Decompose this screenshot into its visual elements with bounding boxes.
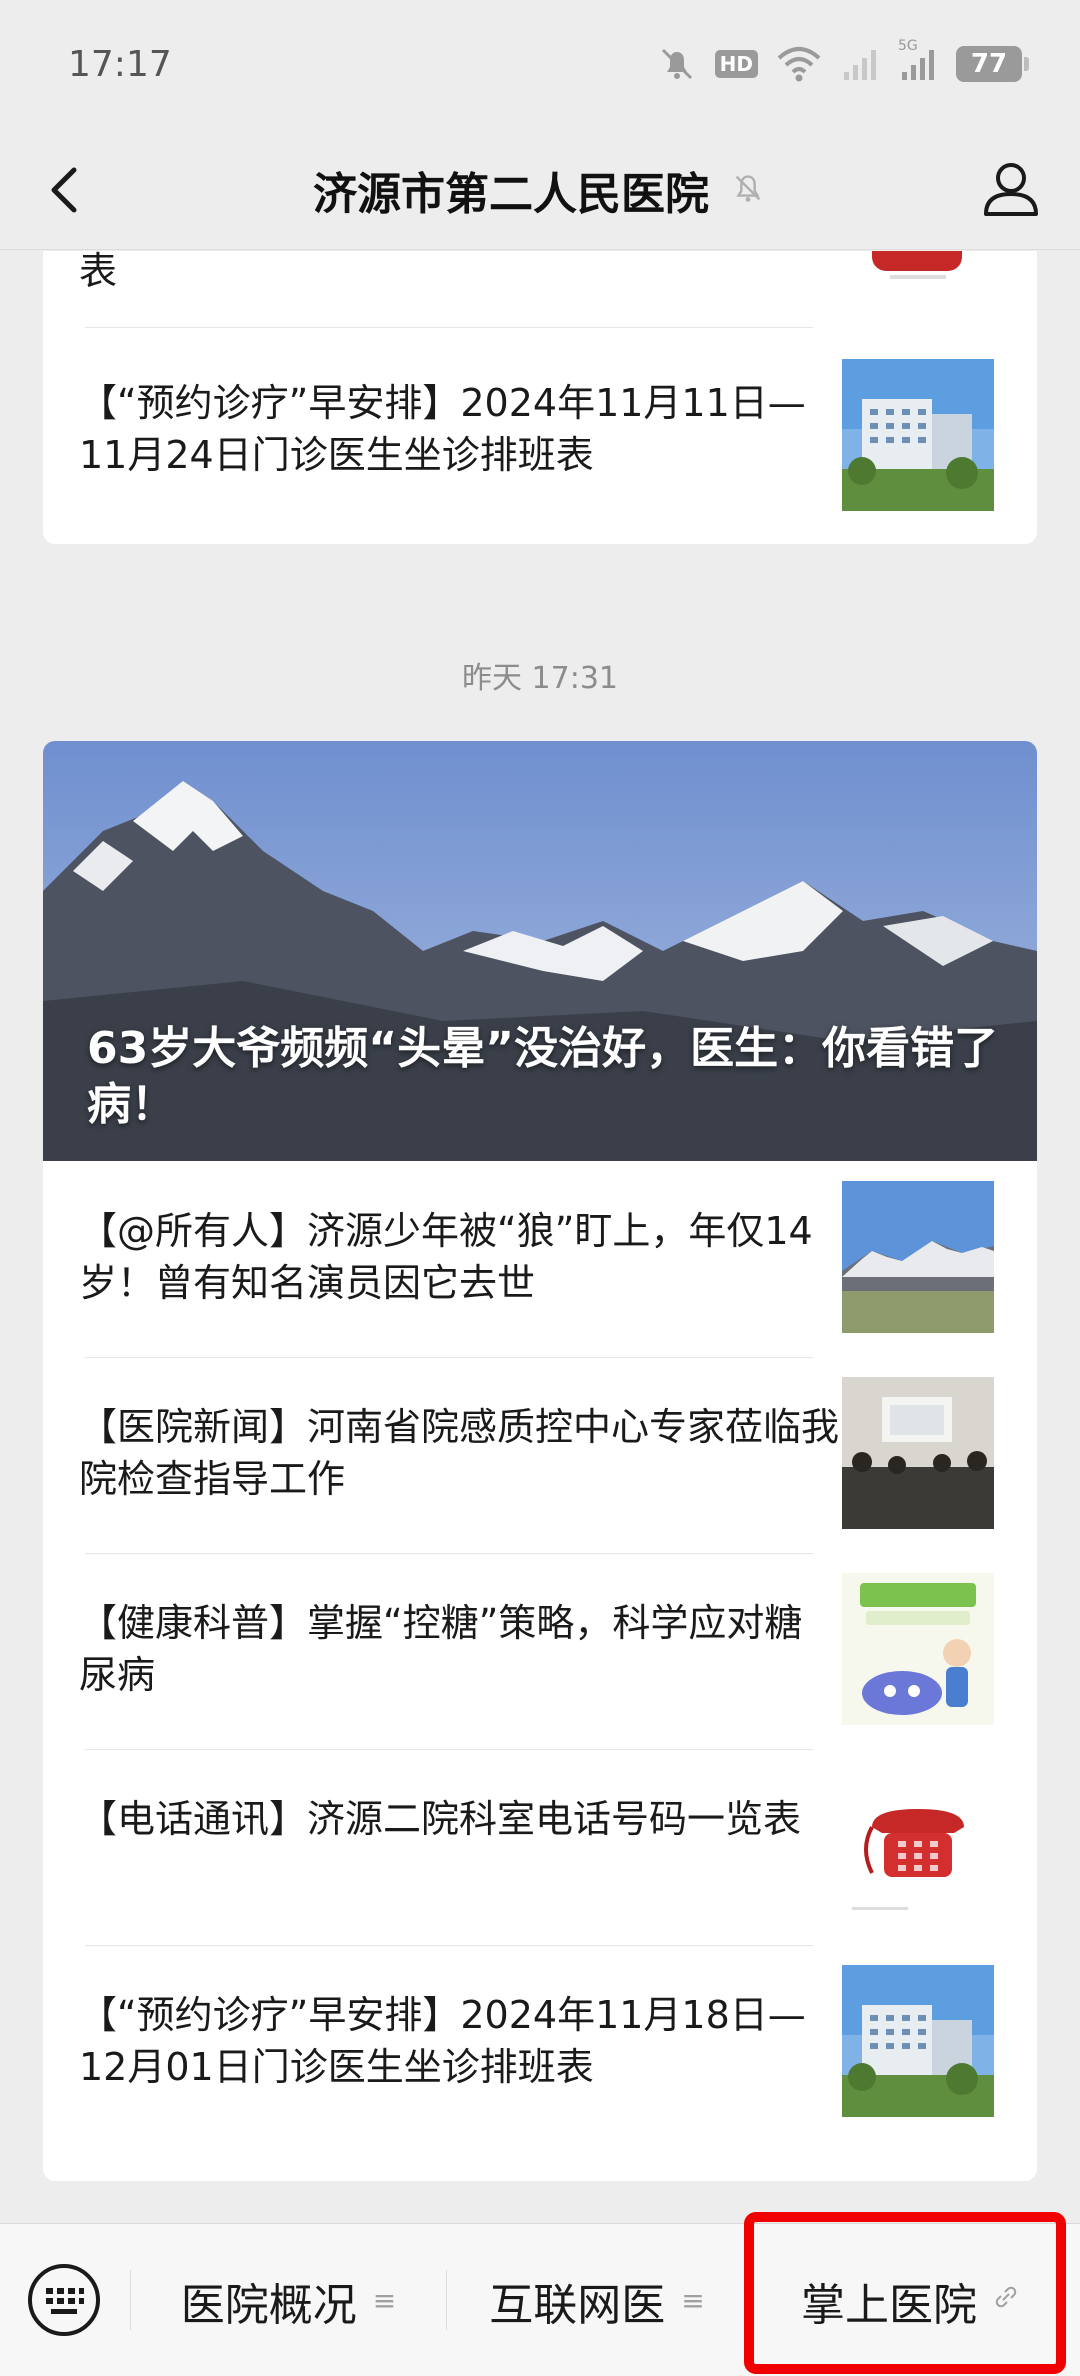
meeting-room-image (842, 1377, 994, 1529)
article-title: 【医院新闻】河南省院感质控中心专家莅临我院检查指导工作 (79, 1405, 840, 1501)
menu-label: 医院概况 (180, 2279, 357, 2331)
menu-label: 互联网医 (489, 2279, 666, 2331)
list-item[interactable]: 表 (43, 251, 1037, 327)
battery-indicator: 77 (956, 46, 1029, 82)
list-item[interactable]: 【健康科普】掌握“控糖”策略，科学应对糖尿病 (43, 1553, 1037, 1749)
menu-divider (747, 2270, 748, 2330)
mute-notification-icon (729, 169, 767, 211)
mute-bell-icon (657, 44, 697, 84)
list-item[interactable]: 【“预约诊疗”早安排】2024年11月11日—11月24日门诊医生坐诊排班表 (43, 327, 1037, 543)
status-time: 17:17 (68, 44, 172, 85)
divider (85, 1357, 813, 1358)
divider (85, 1553, 813, 1554)
list-item[interactable]: 【@所有人】济源少年被“狼”盯上，年仅14岁！曾有知名演员因它去世 (43, 1161, 1037, 1357)
title-bar: 济源市第二人民医院 (0, 130, 1080, 250)
signal-icon-1 (840, 44, 880, 84)
status-bar: 17:17 HD 5G 77 (0, 0, 1080, 130)
article-card-previous: 表 【“预约诊疗”早安排】2024年11月11日—11月24日门诊医生坐诊排班表 (43, 251, 1037, 544)
hero-article[interactable]: 63岁大爷频频“头晕”没治好，医生：你看错了病！ (43, 741, 1037, 1161)
article-thumbnail (842, 1377, 994, 1529)
article-thumbnail (842, 1965, 994, 2117)
message-feed[interactable]: 表 【“预约诊疗”早安排】2024年11月11日—11月24日门诊医生坐诊排班表 (0, 251, 1080, 2223)
telephone-icon (872, 251, 962, 279)
article-thumbnail (842, 1573, 994, 1725)
menu-hospital-overview[interactable]: 医院概况 ≡ (131, 2224, 446, 2376)
article-title: 表 (79, 251, 118, 293)
menu-internet-hospital[interactable]: 互联网医 ≡ (447, 2224, 747, 2376)
article-title: 【“预约诊疗”早安排】2024年11月18日—12月01日门诊医生坐诊排班表 (79, 1993, 806, 2089)
keyboard-icon (28, 2264, 100, 2336)
keyboard-toggle-button[interactable] (26, 2262, 102, 2338)
signal-icon-5g: 5G (898, 38, 938, 84)
hospital-building-image (842, 359, 994, 511)
article-thumbnail (842, 251, 994, 301)
list-item[interactable]: 【医院新闻】河南省院感质控中心专家莅临我院检查指导工作 (43, 1357, 1037, 1553)
article-thumbnail (842, 1181, 994, 1333)
hero-article-title: 63岁大爷频频“头晕”没治好，医生：你看错了病！ (87, 1023, 999, 1130)
article-title: 【健康科普】掌握“控糖”策略，科学应对糖尿病 (79, 1601, 803, 1697)
divider (85, 327, 813, 328)
mountain-image (842, 1181, 994, 1333)
article-title: 【“预约诊疗”早安排】2024年11月11日—11月24日门诊医生坐诊排班表 (79, 381, 806, 477)
wifi-icon (776, 44, 822, 84)
network-type: 5G (898, 38, 918, 54)
hd-badge: HD (714, 50, 758, 78)
diabetes-cartoon-image (842, 1573, 994, 1725)
menu-mobile-hospital[interactable]: 掌上医院 (754, 2224, 1066, 2376)
page-title: 济源市第二人民医院 (313, 169, 709, 220)
article-thumbnail (842, 1769, 994, 1921)
divider (85, 1749, 813, 1750)
article-card: 63岁大爷频频“头晕”没治好，医生：你看错了病！ 【@所有人】济源少年被“狼”盯… (43, 741, 1037, 2181)
list-item[interactable]: 【电话通讯】济源二院科室电话号码一览表 (43, 1749, 1037, 1945)
menu-label: 掌上医院 (801, 2279, 977, 2331)
list-item[interactable]: 【“预约诊疗”早安排】2024年11月18日—12月01日门诊医生坐诊排班表 (43, 1945, 1037, 2141)
message-timestamp: 昨天 17:31 (462, 661, 618, 696)
link-icon (993, 2284, 1019, 2317)
red-telephone-image (842, 1769, 994, 1921)
article-thumbnail (842, 359, 994, 511)
article-title: 【@所有人】济源少年被“狼”盯上，年仅14岁！曾有知名演员因它去世 (79, 1209, 813, 1305)
submenu-icon: ≡ (681, 2284, 705, 2317)
divider (85, 1945, 813, 1946)
hospital-building-image (842, 1965, 994, 2117)
bottom-menu-bar: 医院概况 ≡ 互联网医 ≡ 掌上医院 (0, 2223, 1080, 2376)
status-icons: HD 5G 77 (657, 38, 1029, 88)
person-icon (984, 163, 1038, 216)
profile-button[interactable] (976, 154, 1046, 224)
submenu-icon: ≡ (372, 2284, 397, 2317)
article-title: 【电话通讯】济源二院科室电话号码一览表 (79, 1797, 802, 1841)
